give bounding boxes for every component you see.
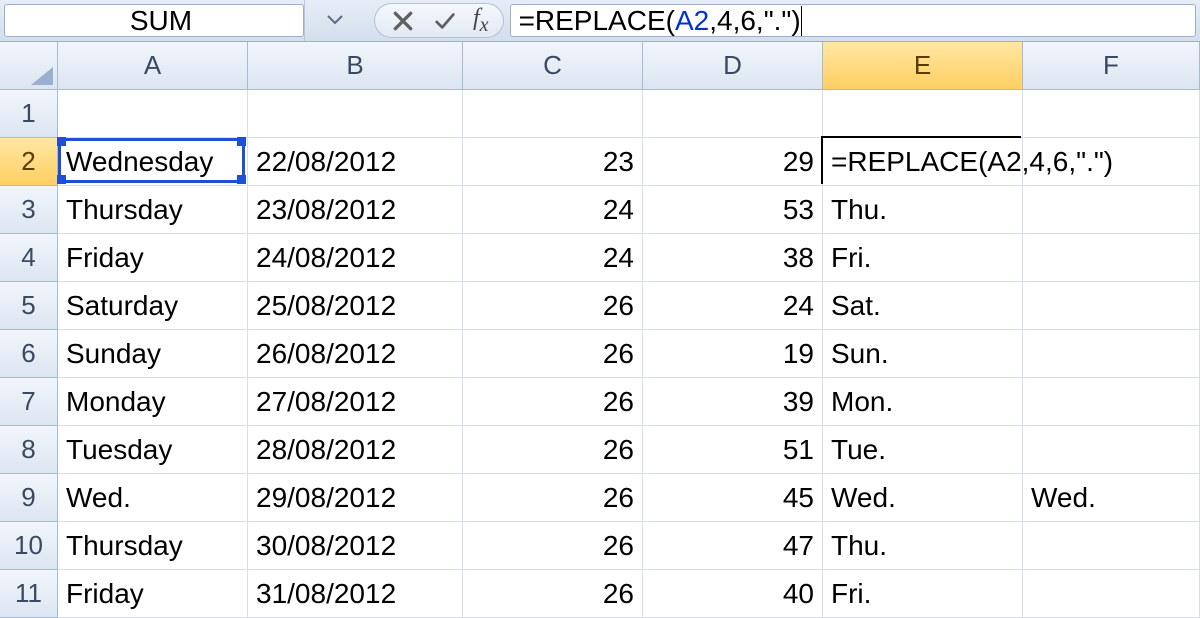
formula-text-suffix: ,4,6,".")	[709, 5, 800, 37]
cell-D6[interactable]: 19	[643, 330, 823, 378]
cell-A4[interactable]: Friday	[58, 234, 248, 282]
cell-D5[interactable]: 24	[643, 282, 823, 330]
cell-B3[interactable]: 23/08/2012	[248, 186, 463, 234]
cell-E4[interactable]: Fri.	[823, 234, 1023, 282]
cell-F11[interactable]	[1023, 570, 1200, 618]
formula-controls: fx	[374, 3, 504, 38]
chevron-down-icon	[327, 12, 343, 30]
cell-D1[interactable]	[643, 90, 823, 138]
column-header-B[interactable]: B	[248, 42, 463, 90]
cell-B10[interactable]: 30/08/2012	[248, 522, 463, 570]
name-box-dropdown[interactable]	[304, 0, 364, 41]
cell-F9[interactable]: Wed.	[1023, 474, 1200, 522]
cell-B1[interactable]	[248, 90, 463, 138]
name-box-value: SUM	[19, 5, 303, 37]
cell-B7[interactable]: 27/08/2012	[248, 378, 463, 426]
cell-E11[interactable]: Fri.	[823, 570, 1023, 618]
cell-D3[interactable]: 53	[643, 186, 823, 234]
name-box[interactable]: SUM	[4, 4, 304, 37]
text-caret	[801, 6, 802, 36]
cell-D7[interactable]: 39	[643, 378, 823, 426]
formula-input[interactable]: =REPLACE(A2,4,6,".")	[510, 4, 1196, 37]
spreadsheet-grid[interactable]: ABCDEF 12Wednesday22/08/20122329=REPLACE(…	[0, 42, 1200, 618]
cell-C9[interactable]: 26	[463, 474, 643, 522]
row-header-10[interactable]: 10	[0, 522, 58, 570]
column-header-A[interactable]: A	[58, 42, 248, 90]
cell-F4[interactable]	[1023, 234, 1200, 282]
row-header-8[interactable]: 8	[0, 426, 58, 474]
cell-C10[interactable]: 26	[463, 522, 643, 570]
cell-C5[interactable]: 26	[463, 282, 643, 330]
cell-B2[interactable]: 22/08/2012	[248, 138, 463, 186]
column-header-E[interactable]: E	[823, 42, 1023, 90]
cell-D10[interactable]: 47	[643, 522, 823, 570]
row-header-9[interactable]: 9	[0, 474, 58, 522]
cell-C2[interactable]: 23	[463, 138, 643, 186]
cell-D9[interactable]: 45	[643, 474, 823, 522]
cell-C1[interactable]	[463, 90, 643, 138]
cell-E10[interactable]: Thu.	[823, 522, 1023, 570]
row-header-6[interactable]: 6	[0, 330, 58, 378]
column-header-F[interactable]: F	[1023, 42, 1200, 90]
cell-B11[interactable]: 31/08/2012	[248, 570, 463, 618]
formula-text-prefix: =REPLACE(	[519, 5, 675, 37]
cell-D8[interactable]: 51	[643, 426, 823, 474]
cell-C11[interactable]: 26	[463, 570, 643, 618]
cell-E6[interactable]: Sun.	[823, 330, 1023, 378]
cell-E9[interactable]: Wed.	[823, 474, 1023, 522]
formula-text-ref: A2	[675, 5, 709, 37]
cell-F3[interactable]	[1023, 186, 1200, 234]
cell-F1[interactable]	[1023, 90, 1200, 138]
cell-F10[interactable]	[1023, 522, 1200, 570]
cell-F7[interactable]	[1023, 378, 1200, 426]
cell-A6[interactable]: Sunday	[58, 330, 248, 378]
cancel-icon[interactable]	[389, 7, 417, 35]
cell-D2[interactable]: 29	[643, 138, 823, 186]
row-header-5[interactable]: 5	[0, 282, 58, 330]
cell-B9[interactable]: 29/08/2012	[248, 474, 463, 522]
fx-icon[interactable]: fx	[473, 5, 489, 37]
cell-E8[interactable]: Tue.	[823, 426, 1023, 474]
cell-E1[interactable]	[823, 90, 1023, 138]
cell-B4[interactable]: 24/08/2012	[248, 234, 463, 282]
cell-A1[interactable]	[58, 90, 248, 138]
cell-A7[interactable]: Monday	[58, 378, 248, 426]
formula-bar: SUM fx =REPLACE(A2,4,6,".")	[0, 0, 1200, 42]
row-header-2[interactable]: 2	[0, 138, 58, 186]
row-header-7[interactable]: 7	[0, 378, 58, 426]
cell-C6[interactable]: 26	[463, 330, 643, 378]
cell-C4[interactable]: 24	[463, 234, 643, 282]
select-all-corner[interactable]	[0, 42, 58, 90]
cell-D4[interactable]: 38	[643, 234, 823, 282]
cell-E5[interactable]: Sat.	[823, 282, 1023, 330]
cell-A10[interactable]: Thursday	[58, 522, 248, 570]
enter-icon[interactable]	[431, 7, 459, 35]
cell-E7[interactable]: Mon.	[823, 378, 1023, 426]
cell-D11[interactable]: 40	[643, 570, 823, 618]
cell-C8[interactable]: 26	[463, 426, 643, 474]
cell-A2[interactable]: Wednesday	[58, 138, 248, 186]
cell-F5[interactable]	[1023, 282, 1200, 330]
cell-A8[interactable]: Tuesday	[58, 426, 248, 474]
cell-A11[interactable]: Friday	[58, 570, 248, 618]
cell-C7[interactable]: 26	[463, 378, 643, 426]
cell-B8[interactable]: 28/08/2012	[248, 426, 463, 474]
cell-A9[interactable]: Wed.	[58, 474, 248, 522]
row-header-4[interactable]: 4	[0, 234, 58, 282]
column-header-D[interactable]: D	[643, 42, 823, 90]
cell-A3[interactable]: Thursday	[58, 186, 248, 234]
column-header-C[interactable]: C	[463, 42, 643, 90]
cell-F6[interactable]	[1023, 330, 1200, 378]
row-header-1[interactable]: 1	[0, 90, 58, 138]
cell-E3[interactable]: Thu.	[823, 186, 1023, 234]
cell-B5[interactable]: 25/08/2012	[248, 282, 463, 330]
cell-B6[interactable]: 26/08/2012	[248, 330, 463, 378]
cell-A5[interactable]: Saturday	[58, 282, 248, 330]
cell-E2[interactable]: =REPLACE(A2,4,6,".")	[823, 138, 1023, 186]
row-header-3[interactable]: 3	[0, 186, 58, 234]
cell-F8[interactable]	[1023, 426, 1200, 474]
row-header-11[interactable]: 11	[0, 570, 58, 618]
cell-C3[interactable]: 24	[463, 186, 643, 234]
